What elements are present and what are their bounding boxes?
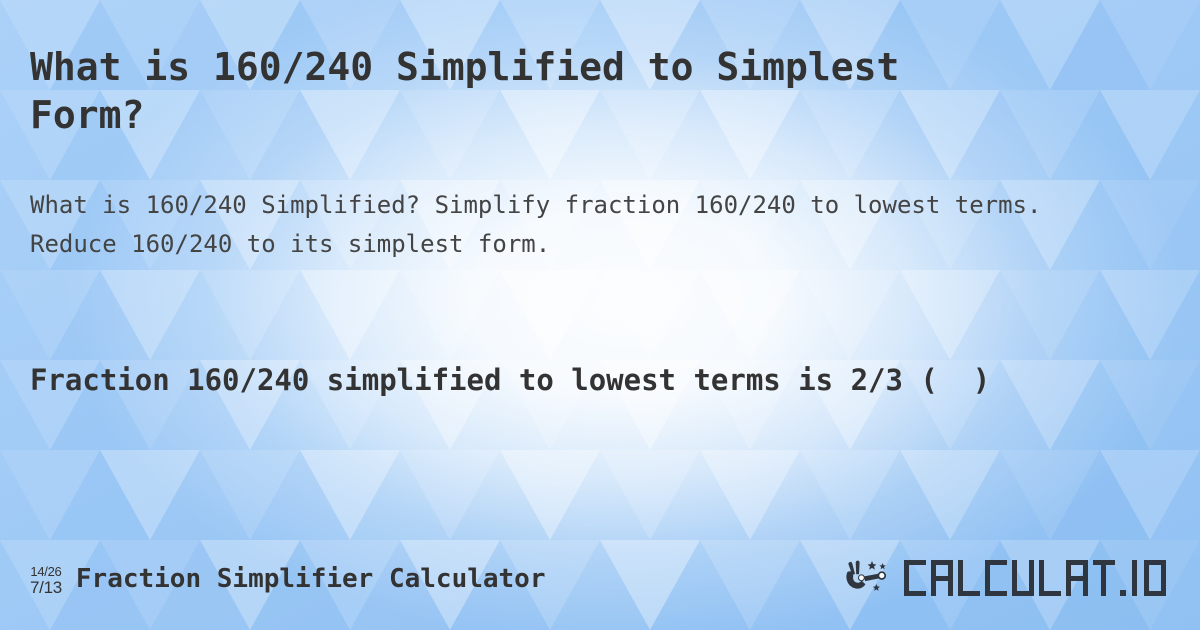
fraction-icon-top: 14/26 (30, 563, 62, 579)
logo-wordmark (902, 558, 1178, 600)
card-content: What is 160/240 Simplified to Simplest F… (0, 0, 1200, 630)
page-description: What is 160/240 Simplified? Simplify fra… (30, 191, 1056, 258)
page-title: What is 160/240 Simplified to Simplest F… (30, 45, 923, 138)
answer-text: Fraction 160/240 simplified to lowest te… (30, 363, 991, 397)
calculatio-logo[interactable] (840, 548, 1178, 610)
footer-title: Fraction Simplifier Calculator (75, 564, 546, 594)
fraction-icon-bottom: 7/13 (30, 577, 62, 597)
fraction-simplify-icon: 14/26 7/13 (30, 563, 62, 596)
footer-brand: 14/26 7/13 Fraction Simplifier Calculato… (30, 548, 546, 610)
share-card: What is 160/240 Simplified to Simplest F… (0, 0, 1200, 630)
footer: 14/26 7/13 Fraction Simplifier Calculato… (0, 548, 1200, 610)
hand-magic-wand-icon (846, 560, 887, 591)
